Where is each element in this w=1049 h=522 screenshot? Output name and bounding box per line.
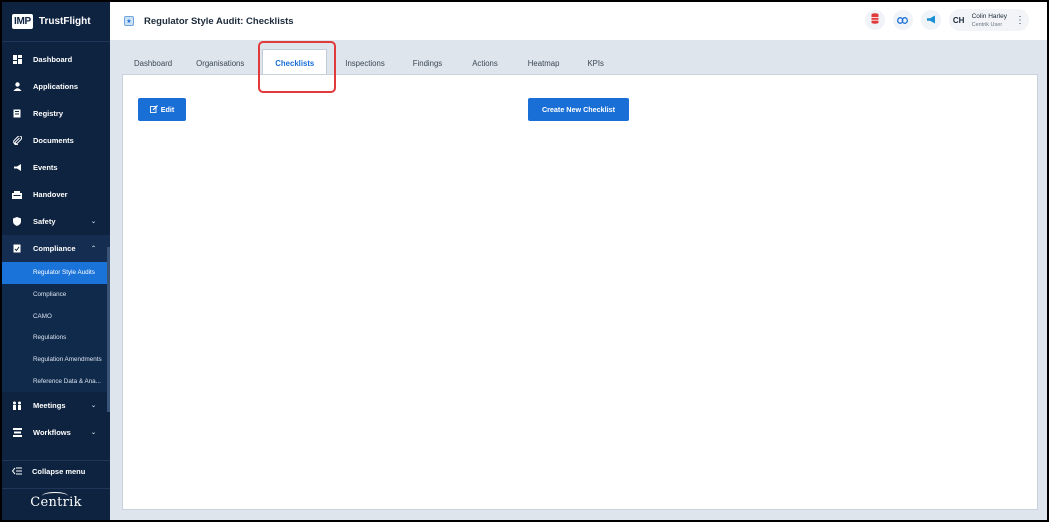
sidebar-item-safety[interactable]: Safety ⌄ (2, 208, 110, 235)
sidebar-item-label: Compliance (33, 244, 76, 253)
dashboard-icon (12, 55, 22, 65)
sidebar-item-compliance[interactable]: Compliance ⌃ (2, 235, 110, 262)
megaphone-icon (926, 11, 936, 29)
tab-heatmap[interactable]: Heatmap (512, 51, 576, 75)
top-header: ★ Regulator Style Audit: Checklists CH C… (110, 2, 1047, 40)
sidebar-subitem-camo[interactable]: CAMO (2, 305, 110, 327)
avatar: CH (952, 15, 965, 25)
tab-organisations[interactable]: Organisations (184, 51, 256, 75)
chevron-down-icon: ⌄ (90, 403, 96, 410)
sidebar-item-events[interactable]: Events (2, 154, 110, 181)
app-window: IMP TrustFlight Dashboard Applications R… (2, 2, 1047, 520)
brand[interactable]: IMP TrustFlight (2, 2, 110, 42)
link-button[interactable] (892, 10, 913, 30)
user-name: Colin Harley (971, 12, 1007, 20)
centrik-logo: Centrik (2, 488, 110, 516)
collapse-icon (11, 467, 22, 477)
sidebar-item-label: Events (33, 163, 58, 172)
logo-swoosh (42, 492, 68, 500)
handover-icon (12, 190, 22, 200)
tab-inspections[interactable]: Inspections (333, 51, 396, 75)
create-new-checklist-button[interactable]: Create New Checklist (528, 98, 629, 121)
sidebar-item-dashboard[interactable]: Dashboard (2, 46, 110, 73)
sidebar-item-label: Applications (33, 82, 79, 91)
paperclip-icon (12, 136, 22, 146)
collapse-menu-label: Collapse menu (32, 467, 86, 476)
sidebar-item-label: Safety (33, 217, 56, 226)
sidebar-item-registry[interactable]: Registry (2, 100, 110, 127)
sidebar-item-documents[interactable]: Documents (2, 127, 110, 154)
meetings-icon (12, 401, 22, 411)
sidebar-item-label: Workflows (33, 428, 71, 438)
registry-icon (12, 109, 22, 119)
sidebar-item-label: Dashboard (33, 55, 73, 64)
sidebar-scrollbar[interactable] (107, 247, 110, 412)
sidebar-item-applications[interactable]: Applications (2, 73, 110, 100)
tab-dashboard[interactable]: Dashboard (122, 51, 184, 75)
user-icon (12, 82, 22, 92)
collapse-menu-button[interactable]: Collapse menu (2, 460, 110, 482)
sidebar-item-label: Meetings (33, 401, 66, 411)
user-role: Centrik User (971, 21, 1003, 28)
user-info: Colin Harley Centrik User (972, 12, 1007, 29)
edit-icon (149, 104, 158, 115)
sidebar-subitem-regulator-style-audits[interactable]: Regulator Style Audits (2, 262, 110, 284)
chevron-down-icon: ⌄ (90, 219, 96, 225)
header-actions: CH Colin Harley Centrik User ⋮ (864, 9, 1029, 31)
workflows-icon (12, 428, 22, 438)
database-button[interactable] (864, 10, 885, 30)
chevron-down-icon: ⌄ (90, 430, 96, 437)
tab-checklists[interactable]: Checklists (262, 49, 328, 76)
tab-bar: Dashboard Organisations Checklists Inspe… (122, 47, 616, 76)
edit-label: Edit (160, 105, 175, 114)
tab-findings[interactable]: Findings (397, 51, 458, 75)
compliance-icon (12, 244, 22, 254)
tab-actions[interactable]: Actions (458, 51, 512, 75)
brand-name: TrustFlight (38, 16, 91, 27)
sidebar: IMP TrustFlight Dashboard Applications R… (2, 2, 110, 520)
link-icon (897, 11, 909, 29)
sidebar-item-label: Registry (33, 109, 64, 118)
page-title: Regulator Style Audit: Checklists (144, 15, 294, 27)
user-menu[interactable]: CH Colin Harley Centrik User ⋮ (948, 9, 1029, 31)
audit-icon: ★ (124, 16, 134, 26)
more-vertical-icon[interactable]: ⋮ (1015, 15, 1025, 26)
megaphone-icon (12, 163, 22, 173)
brand-logo: IMP (12, 14, 33, 29)
sidebar-item-handover[interactable]: Handover (2, 181, 110, 208)
sidebar-item-meetings[interactable]: Meetings ⌄ (2, 392, 110, 419)
sidebar-subitem-compliance[interactable]: Compliance (2, 284, 110, 306)
sidebar-item-label: Handover (33, 190, 68, 199)
tab-kpis[interactable]: KPIs (575, 51, 615, 75)
sidebar-item-workflows[interactable]: Workflows ⌄ (2, 419, 110, 446)
compliance-submenu: Regulator Style Audits Compliance CAMO R… (2, 262, 110, 393)
announcements-button[interactable] (920, 10, 941, 30)
sidebar-subitem-reference-data[interactable]: Reference Data & Ana... (2, 370, 110, 392)
edit-button[interactable]: Edit (138, 98, 186, 121)
sidebar-item-label: Documents (33, 136, 74, 145)
chevron-up-icon: ⌃ (90, 246, 96, 252)
sidebar-subitem-regulation-amendments[interactable]: Regulation Amendments (2, 349, 110, 371)
main-content: Edit Create New Checklist (122, 74, 1038, 510)
sidebar-nav: Dashboard Applications Registry Document… (2, 42, 110, 446)
sidebar-subitem-regulations[interactable]: Regulations (2, 327, 110, 349)
database-icon (871, 11, 879, 29)
shield-icon (12, 217, 22, 227)
